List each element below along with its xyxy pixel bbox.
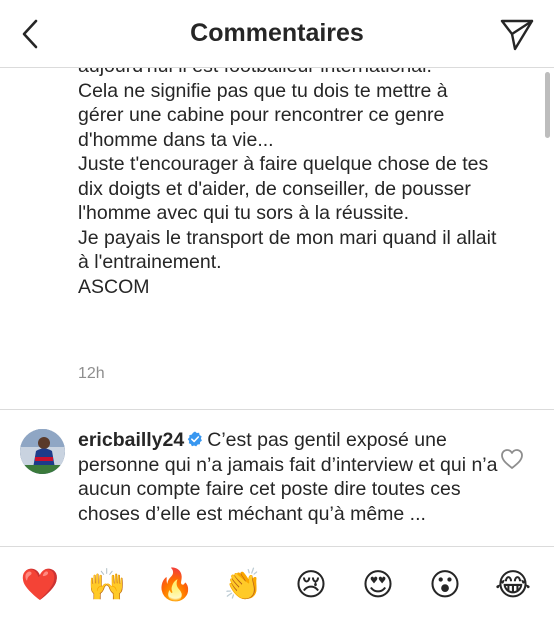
comment-line: Je payais le transport de mon mari quand… bbox=[78, 226, 497, 274]
scrollbar[interactable] bbox=[545, 72, 550, 138]
comment-line: ASCOM bbox=[78, 275, 150, 298]
surprised-face-emoji-button[interactable]: 😮 bbox=[425, 565, 465, 605]
share-button[interactable] bbox=[498, 15, 536, 53]
divider bbox=[0, 409, 554, 410]
like-button[interactable] bbox=[500, 448, 524, 470]
comment-username[interactable]: ericbailly24 bbox=[78, 429, 184, 451]
heart-emoji-button[interactable]: ❤️ bbox=[20, 565, 60, 605]
crying-face-emoji-button[interactable]: 😢 bbox=[291, 565, 331, 605]
comment-timestamp: 12h bbox=[78, 365, 105, 382]
fire-emoji-button[interactable]: 🔥 bbox=[155, 565, 195, 605]
comments-list[interactable]: aujourd'hui il est footballeur internati… bbox=[0, 68, 554, 546]
avatar[interactable] bbox=[20, 429, 65, 474]
raised-hands-emoji-button[interactable]: 🙌 bbox=[87, 565, 127, 605]
comment-line: Cela ne signifie pas que tu dois te mett… bbox=[78, 79, 448, 151]
tears-of-joy-emoji-button[interactable]: 😂 bbox=[493, 565, 533, 605]
comment-line: aujourd'hui il est footballeur internati… bbox=[78, 68, 498, 79]
comment-body: ericbailly24 C’est pas gentil exposé une… bbox=[78, 428, 498, 526]
avatar-image bbox=[20, 429, 65, 474]
quick-reactions-bar: ❤️ 🙌 🔥 👏 😢 😍 😮 😂 bbox=[0, 546, 554, 620]
comment-body: aujourd'hui il est footballeur internati… bbox=[78, 68, 498, 299]
comment-line: Juste t'encourager à faire quelque chose… bbox=[78, 153, 489, 224]
paper-plane-icon bbox=[500, 19, 534, 51]
heart-outline-icon bbox=[501, 449, 523, 469]
clapping-hands-emoji-button[interactable]: 👏 bbox=[223, 565, 263, 605]
heart-eyes-emoji-button[interactable]: 😍 bbox=[358, 565, 398, 605]
verified-badge-icon bbox=[188, 431, 203, 447]
page-title: Commentaires bbox=[190, 19, 364, 47]
top-bar: Commentaires bbox=[0, 0, 554, 68]
